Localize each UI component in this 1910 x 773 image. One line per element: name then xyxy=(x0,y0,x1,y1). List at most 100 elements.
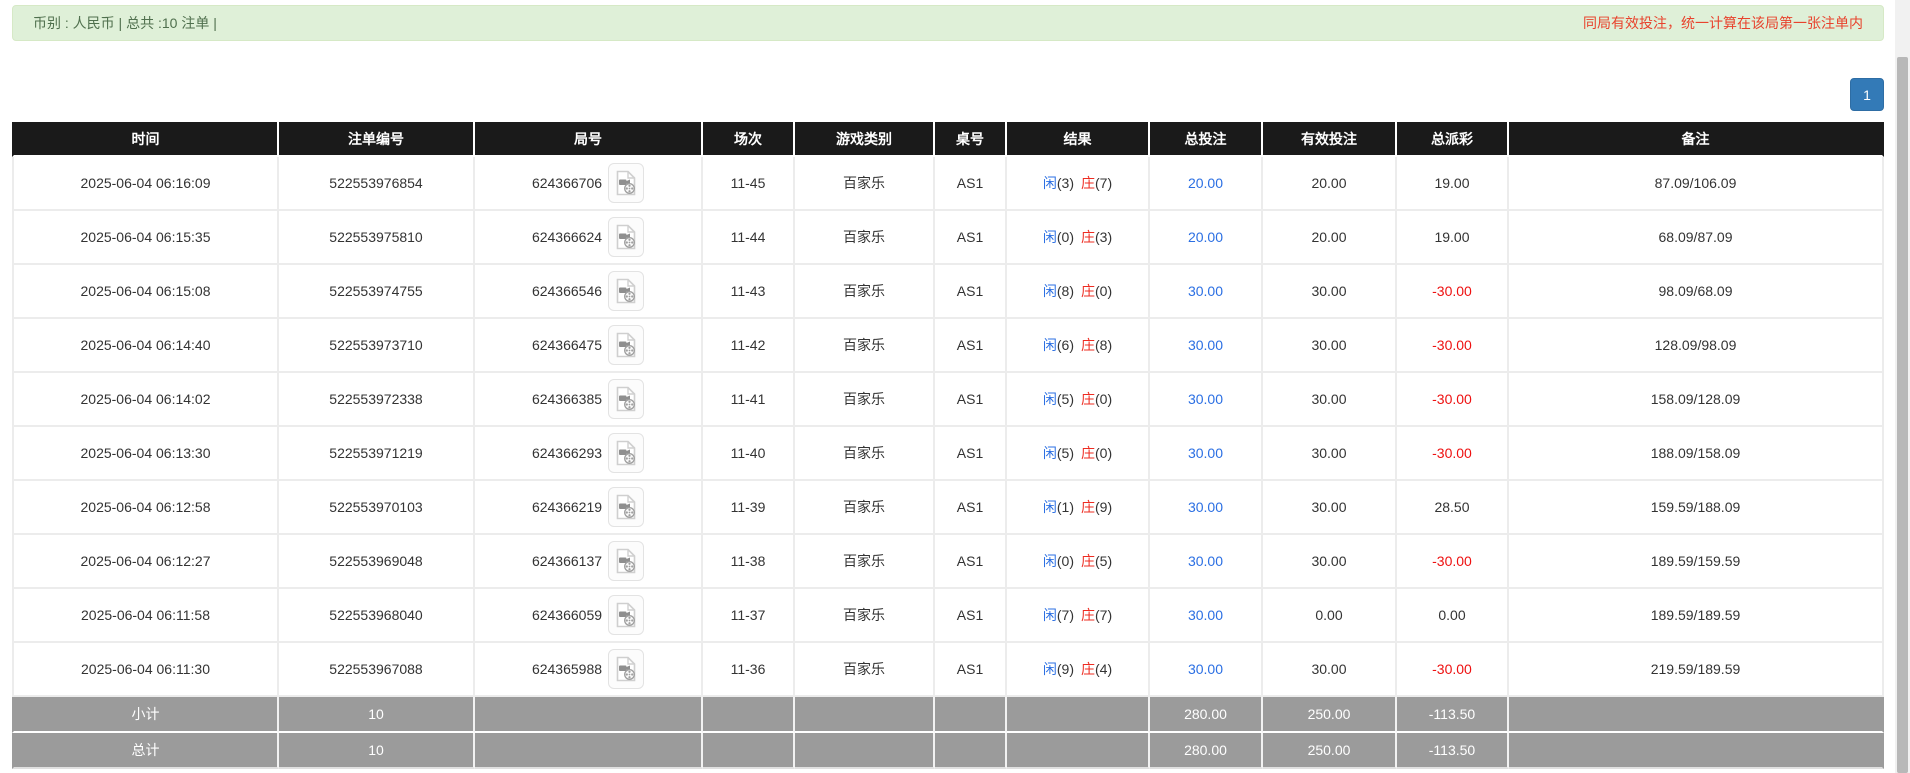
subtotal-empty-round xyxy=(475,697,703,733)
subtotal-empty-session xyxy=(703,697,795,733)
total-bet-link[interactable]: 30.00 xyxy=(1188,661,1223,677)
cell-time: 2025-06-04 06:15:08 xyxy=(12,265,279,319)
result-player: 闲(5) xyxy=(1043,391,1074,407)
cell-remark: 87.09/106.09 xyxy=(1509,157,1884,211)
grand-total-empty-result xyxy=(1007,733,1150,769)
cell-payout: -30.00 xyxy=(1397,265,1509,319)
col-header-total-bet: 总投注 xyxy=(1150,122,1263,157)
subtotal-payout: -113.50 xyxy=(1397,697,1509,733)
cell-total-bet: 30.00 xyxy=(1150,589,1263,643)
total-bet-link[interactable]: 30.00 xyxy=(1188,499,1223,515)
video-replay-button[interactable] xyxy=(608,541,644,581)
video-replay-button[interactable] xyxy=(608,649,644,689)
result-player: 闲(7) xyxy=(1043,607,1074,623)
video-file-icon xyxy=(615,548,637,574)
col-header-payout: 总派彩 xyxy=(1397,122,1509,157)
cell-time: 2025-06-04 06:11:58 xyxy=(12,589,279,643)
table-header: 时间 注单编号 局号 场次 游戏类别 桌号 结果 总投注 有效投注 总派彩 备注 xyxy=(12,122,1884,157)
cell-round-id: 624366475 xyxy=(475,319,703,373)
cell-time: 2025-06-04 06:12:58 xyxy=(12,481,279,535)
result-banker: 庄(0) xyxy=(1081,445,1112,461)
round-number: 624366624 xyxy=(532,229,602,245)
cell-game-type: 百家乐 xyxy=(795,427,935,481)
cell-session: 11-42 xyxy=(703,319,795,373)
cell-result: 闲(3)庄(7) xyxy=(1007,157,1150,211)
cell-table-no: AS1 xyxy=(935,265,1007,319)
video-replay-button[interactable] xyxy=(608,217,644,257)
cell-result: 闲(7) 庄(7) xyxy=(1007,589,1150,643)
total-bet-link[interactable]: 20.00 xyxy=(1188,229,1223,245)
video-replay-button[interactable] xyxy=(608,595,644,635)
cell-session: 11-37 xyxy=(703,589,795,643)
table-row: 2025-06-04 06:12:58 522553970103 6243662… xyxy=(12,481,1884,535)
video-replay-button[interactable] xyxy=(608,379,644,419)
cell-time: 2025-06-04 06:11:30 xyxy=(12,643,279,697)
result-banker: 庄(5) xyxy=(1081,553,1112,569)
total-bet-link[interactable]: 20.00 xyxy=(1188,175,1223,191)
grand-total-empty-round xyxy=(475,733,703,769)
cell-remark: 98.09/68.09 xyxy=(1509,265,1884,319)
cell-remark: 68.09/87.09 xyxy=(1509,211,1884,265)
grand-total-valid-bet: 250.00 xyxy=(1263,733,1397,769)
cell-game-type: 百家乐 xyxy=(795,319,935,373)
total-bet-link[interactable]: 30.00 xyxy=(1188,445,1223,461)
video-replay-button[interactable] xyxy=(608,325,644,365)
grand-total-total-bet: 280.00 xyxy=(1150,733,1263,769)
subtotal-empty-table xyxy=(935,697,1007,733)
cell-payout: -30.00 xyxy=(1397,319,1509,373)
vertical-scrollbar-thumb[interactable] xyxy=(1897,57,1908,773)
table-row: 2025-06-04 06:14:02 522553972338 6243663… xyxy=(12,373,1884,427)
vertical-scrollbar-track[interactable] xyxy=(1895,0,1910,773)
cell-valid-bet: 0.00 xyxy=(1263,589,1397,643)
col-header-result: 结果 xyxy=(1007,122,1150,157)
grand-total-empty-table xyxy=(935,733,1007,769)
result-banker: 庄(7) xyxy=(1081,607,1112,623)
cell-valid-bet: 30.00 xyxy=(1263,427,1397,481)
pagination-page-1-button[interactable]: 1 xyxy=(1850,78,1884,111)
cell-total-bet: 20.00 xyxy=(1150,211,1263,265)
video-replay-button[interactable] xyxy=(608,487,644,527)
cell-result: 闲(9) 庄(4) xyxy=(1007,643,1150,697)
cell-total-bet: 20.00 xyxy=(1150,157,1263,211)
cell-result: 闲(6)庄(8) xyxy=(1007,319,1150,373)
total-bet-link[interactable]: 30.00 xyxy=(1188,283,1223,299)
video-replay-button[interactable] xyxy=(608,271,644,311)
cell-bet-id: 522553970103 xyxy=(279,481,475,535)
cell-result: 闲(1)庄(9) xyxy=(1007,481,1150,535)
cell-payout: -30.00 xyxy=(1397,643,1509,697)
cell-valid-bet: 30.00 xyxy=(1263,481,1397,535)
total-bet-link[interactable]: 30.00 xyxy=(1188,391,1223,407)
cell-time: 2025-06-04 06:14:40 xyxy=(12,319,279,373)
result-banker: 庄(4) xyxy=(1081,661,1112,677)
col-header-time: 时间 xyxy=(12,122,279,157)
result-player: 闲(9) xyxy=(1043,661,1074,677)
cell-game-type: 百家乐 xyxy=(795,481,935,535)
video-replay-button[interactable] xyxy=(608,163,644,203)
total-bet-link[interactable]: 30.00 xyxy=(1188,607,1223,623)
total-bet-link[interactable]: 30.00 xyxy=(1188,337,1223,353)
cell-table-no: AS1 xyxy=(935,589,1007,643)
total-bet-link[interactable]: 30.00 xyxy=(1188,553,1223,569)
cell-bet-id: 522553976854 xyxy=(279,157,475,211)
video-file-icon xyxy=(615,170,637,196)
cell-valid-bet: 20.00 xyxy=(1263,157,1397,211)
round-number: 624366293 xyxy=(532,445,602,461)
round-number: 624366059 xyxy=(532,607,602,623)
result-banker: 庄(9) xyxy=(1081,499,1112,515)
cell-round-id: 624366137 xyxy=(475,535,703,589)
round-number: 624366706 xyxy=(532,175,602,191)
cell-bet-id: 522553974755 xyxy=(279,265,475,319)
cell-total-bet: 30.00 xyxy=(1150,319,1263,373)
cell-bet-id: 522553975810 xyxy=(279,211,475,265)
cell-valid-bet: 30.00 xyxy=(1263,373,1397,427)
round-number: 624366137 xyxy=(532,553,602,569)
grand-total-empty-game xyxy=(795,733,935,769)
result-banker: 庄(0) xyxy=(1081,283,1112,299)
cell-remark: 128.09/98.09 xyxy=(1509,319,1884,373)
cell-game-type: 百家乐 xyxy=(795,157,935,211)
cell-total-bet: 30.00 xyxy=(1150,481,1263,535)
cell-session: 11-40 xyxy=(703,427,795,481)
cell-result: 闲(0)庄(5) xyxy=(1007,535,1150,589)
video-replay-button[interactable] xyxy=(608,433,644,473)
cell-bet-id: 522553971219 xyxy=(279,427,475,481)
